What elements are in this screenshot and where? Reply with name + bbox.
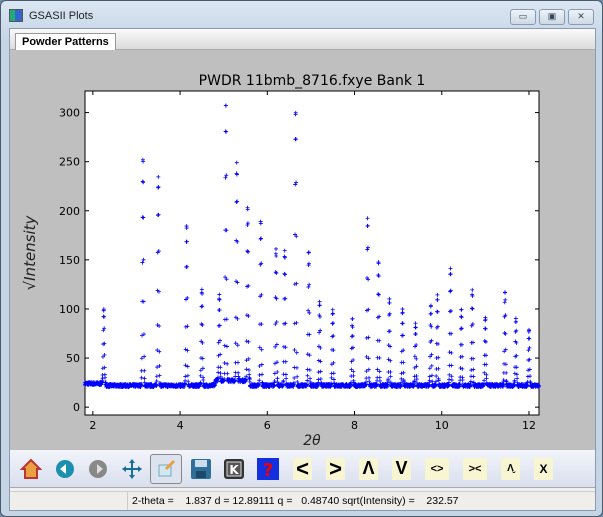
- home-button[interactable]: [16, 455, 46, 483]
- pan-button[interactable]: [117, 455, 147, 483]
- chart-title: PWDR 11bmb_8716.fxye Bank 1: [199, 73, 426, 89]
- x-tick-label: 4: [177, 419, 184, 432]
- window-title: GSASII Plots: [29, 9, 94, 22]
- tab-powder-patterns[interactable]: Powder Patterns: [15, 33, 116, 50]
- home-icon: [20, 458, 42, 479]
- save-button[interactable]: [186, 455, 216, 483]
- question-icon: ?: [256, 457, 279, 480]
- y-tick-label: 50: [66, 352, 80, 365]
- shift-right-button[interactable]: >: [326, 456, 345, 481]
- maximize-button[interactable]: ▣: [539, 9, 565, 25]
- floppy-icon: [190, 458, 211, 479]
- status-bar: 2-theta = 1.837 d = 12.89111 q = 0.48740…: [10, 491, 595, 510]
- y-tick-label: 100: [59, 303, 80, 316]
- cursor-readout: 2-theta = 1.837 d = 12.89111 q = 0.48740…: [132, 495, 459, 507]
- x-tick-label: 8: [351, 419, 358, 432]
- expand-y-button[interactable]: Λ̬: [501, 457, 520, 480]
- minimize-button[interactable]: ▭: [510, 9, 536, 25]
- powder-pattern-chart[interactable]: PWDR 11bmb_8716.fxye Bank 1 2θ √Intensity 2…: [10, 50, 595, 450]
- shift-up-button[interactable]: Λ: [359, 457, 378, 480]
- plot-canvas[interactable]: PWDR 11bmb_8716.fxye Bank 1 2θ √Intensity 2…: [10, 50, 595, 450]
- key-button[interactable]: K: [219, 455, 249, 483]
- forward-button[interactable]: [83, 455, 113, 483]
- k-key-icon: K: [224, 458, 244, 479]
- shrink-y-button[interactable]: X: [534, 457, 553, 480]
- svg-text:?: ?: [262, 460, 272, 480]
- help-button[interactable]: ?: [253, 455, 283, 483]
- shift-left-button[interactable]: <: [293, 456, 312, 481]
- x-tick-label: 6: [264, 419, 271, 432]
- x-axis-label: 2θ: [303, 433, 321, 449]
- zoom-button[interactable]: [150, 453, 182, 484]
- svg-text:K: K: [229, 463, 239, 477]
- y-tick-label: 150: [59, 254, 80, 267]
- forward-arrow-icon: [89, 459, 107, 478]
- x-tick-label: 12: [522, 419, 536, 432]
- title-bar: GSASII Plots: [9, 9, 93, 22]
- back-button[interactable]: [50, 455, 80, 483]
- y-tick-label: 0: [73, 401, 80, 414]
- shift-down-button[interactable]: V: [392, 457, 411, 480]
- y-tick-label: 300: [59, 107, 80, 120]
- app-icon: [9, 9, 23, 22]
- move-icon: [121, 458, 142, 479]
- zoom-rect-icon: [158, 459, 176, 476]
- y-tick-label: 250: [59, 156, 80, 169]
- expand-x-button[interactable]: <>: [425, 457, 449, 480]
- shrink-x-button[interactable]: ><: [463, 457, 487, 480]
- plot-area: [84, 90, 540, 416]
- y-axis-label: √Intensity: [21, 214, 39, 290]
- back-arrow-icon: [55, 459, 74, 478]
- close-button[interactable]: ✕: [568, 9, 594, 25]
- toolbar: K ? < > Λ V <> >< Λ̬ X: [10, 450, 595, 488]
- x-tick-label: 2: [89, 419, 96, 432]
- x-tick-label: 10: [435, 419, 449, 432]
- plot-window: GSASII Plots ▭ ▣ ✕ Powder Patterns PWDR …: [0, 0, 603, 517]
- y-tick-label: 200: [59, 205, 80, 218]
